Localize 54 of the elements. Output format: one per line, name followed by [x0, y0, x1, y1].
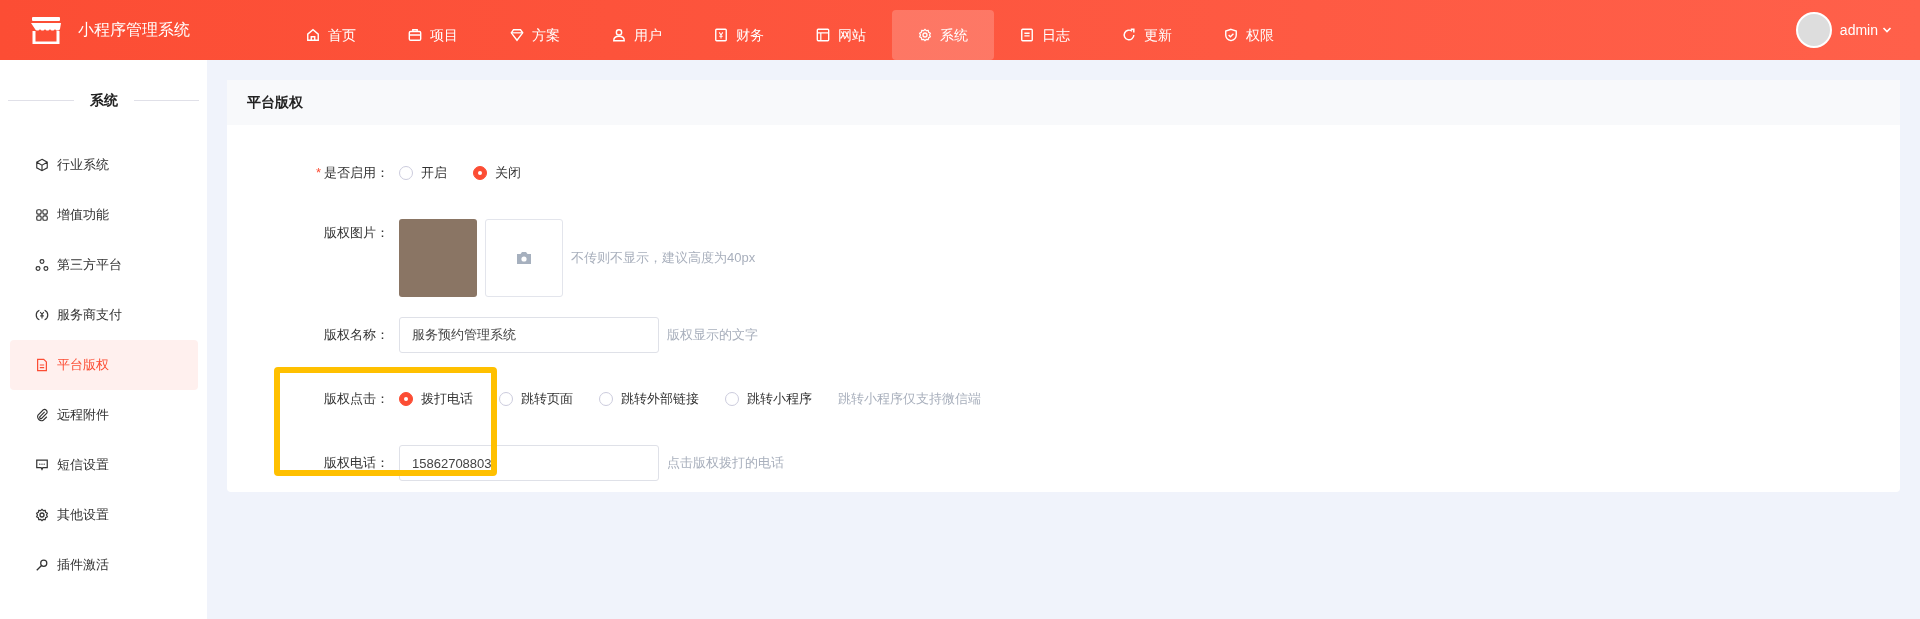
- briefcase-icon: [408, 28, 422, 42]
- sidebar-item[interactable]: 第三方平台: [10, 240, 198, 290]
- sidebar-item[interactable]: 行业系统: [10, 140, 198, 190]
- shop-logo-icon: [30, 16, 62, 44]
- document-icon: [1020, 28, 1034, 42]
- radio-option[interactable]: 跳转页面: [499, 389, 573, 409]
- sidebar-item[interactable]: 远程附件: [10, 390, 198, 440]
- text-field[interactable]: 服务预约管理系统: [399, 317, 659, 353]
- layout-icon: [816, 28, 830, 42]
- camera-icon: [516, 251, 532, 265]
- sidebar-item[interactable]: 插件激活: [10, 540, 198, 590]
- radio-circle[interactable]: [399, 392, 413, 406]
- home-icon: [306, 28, 320, 42]
- sidebar-item[interactable]: 短信设置: [10, 440, 198, 490]
- radio-option[interactable]: 跳转外部链接: [599, 389, 699, 409]
- hint-text: 版权显示的文字: [667, 326, 758, 345]
- field-label: 版权电话：: [324, 455, 389, 470]
- file-icon: [35, 358, 49, 372]
- gear-icon: [918, 28, 932, 42]
- caret-icon: [1882, 25, 1892, 35]
- nodes-icon: [35, 258, 49, 272]
- user-icon: [612, 28, 626, 42]
- radio-option[interactable]: 关闭: [473, 163, 521, 183]
- sidebar-item[interactable]: 其他设置: [10, 490, 198, 540]
- app-title: 小程序管理系统: [78, 20, 190, 40]
- ledger-icon: [714, 28, 728, 42]
- field-label: 版权图片：: [324, 225, 389, 240]
- shield-check-icon: [1224, 28, 1238, 42]
- paperclip-icon: [35, 408, 49, 422]
- radio-circle[interactable]: [473, 166, 487, 180]
- coin-icon: [35, 308, 49, 322]
- hint-text: 跳转小程序仅支持微信端: [838, 390, 981, 409]
- diamond-icon: [510, 28, 524, 42]
- required-mark: *: [315, 165, 321, 180]
- field-label: 版权名称：: [324, 327, 389, 342]
- radio-option[interactable]: 开启: [399, 163, 447, 183]
- sidebar-item[interactable]: 增值功能: [10, 190, 198, 240]
- text-field[interactable]: 15862708803: [399, 445, 659, 481]
- hint-text: 不传则不显示，建议高度为40px: [571, 249, 756, 268]
- cube-icon: [35, 158, 49, 172]
- field-label: 是否启用：: [324, 165, 389, 180]
- refresh-icon: [1122, 28, 1136, 42]
- hint-text: 点击版权拨打的电话: [667, 454, 784, 473]
- panel-header: 平台版权: [227, 80, 1900, 125]
- radio-option[interactable]: 拨打电话: [399, 389, 473, 409]
- sidebar-item[interactable]: 服务商支付: [10, 290, 198, 340]
- radio-option[interactable]: 跳转小程序: [725, 389, 812, 409]
- avatar-placeholder: [1795, 12, 1832, 48]
- chat-icon: [35, 458, 49, 472]
- field-label: 版权点击：: [324, 391, 389, 406]
- upload-tile[interactable]: [485, 219, 563, 297]
- grid-icon: [35, 208, 49, 222]
- sidebar-title: 系统: [89, 90, 118, 110]
- gear-icon: [35, 508, 49, 522]
